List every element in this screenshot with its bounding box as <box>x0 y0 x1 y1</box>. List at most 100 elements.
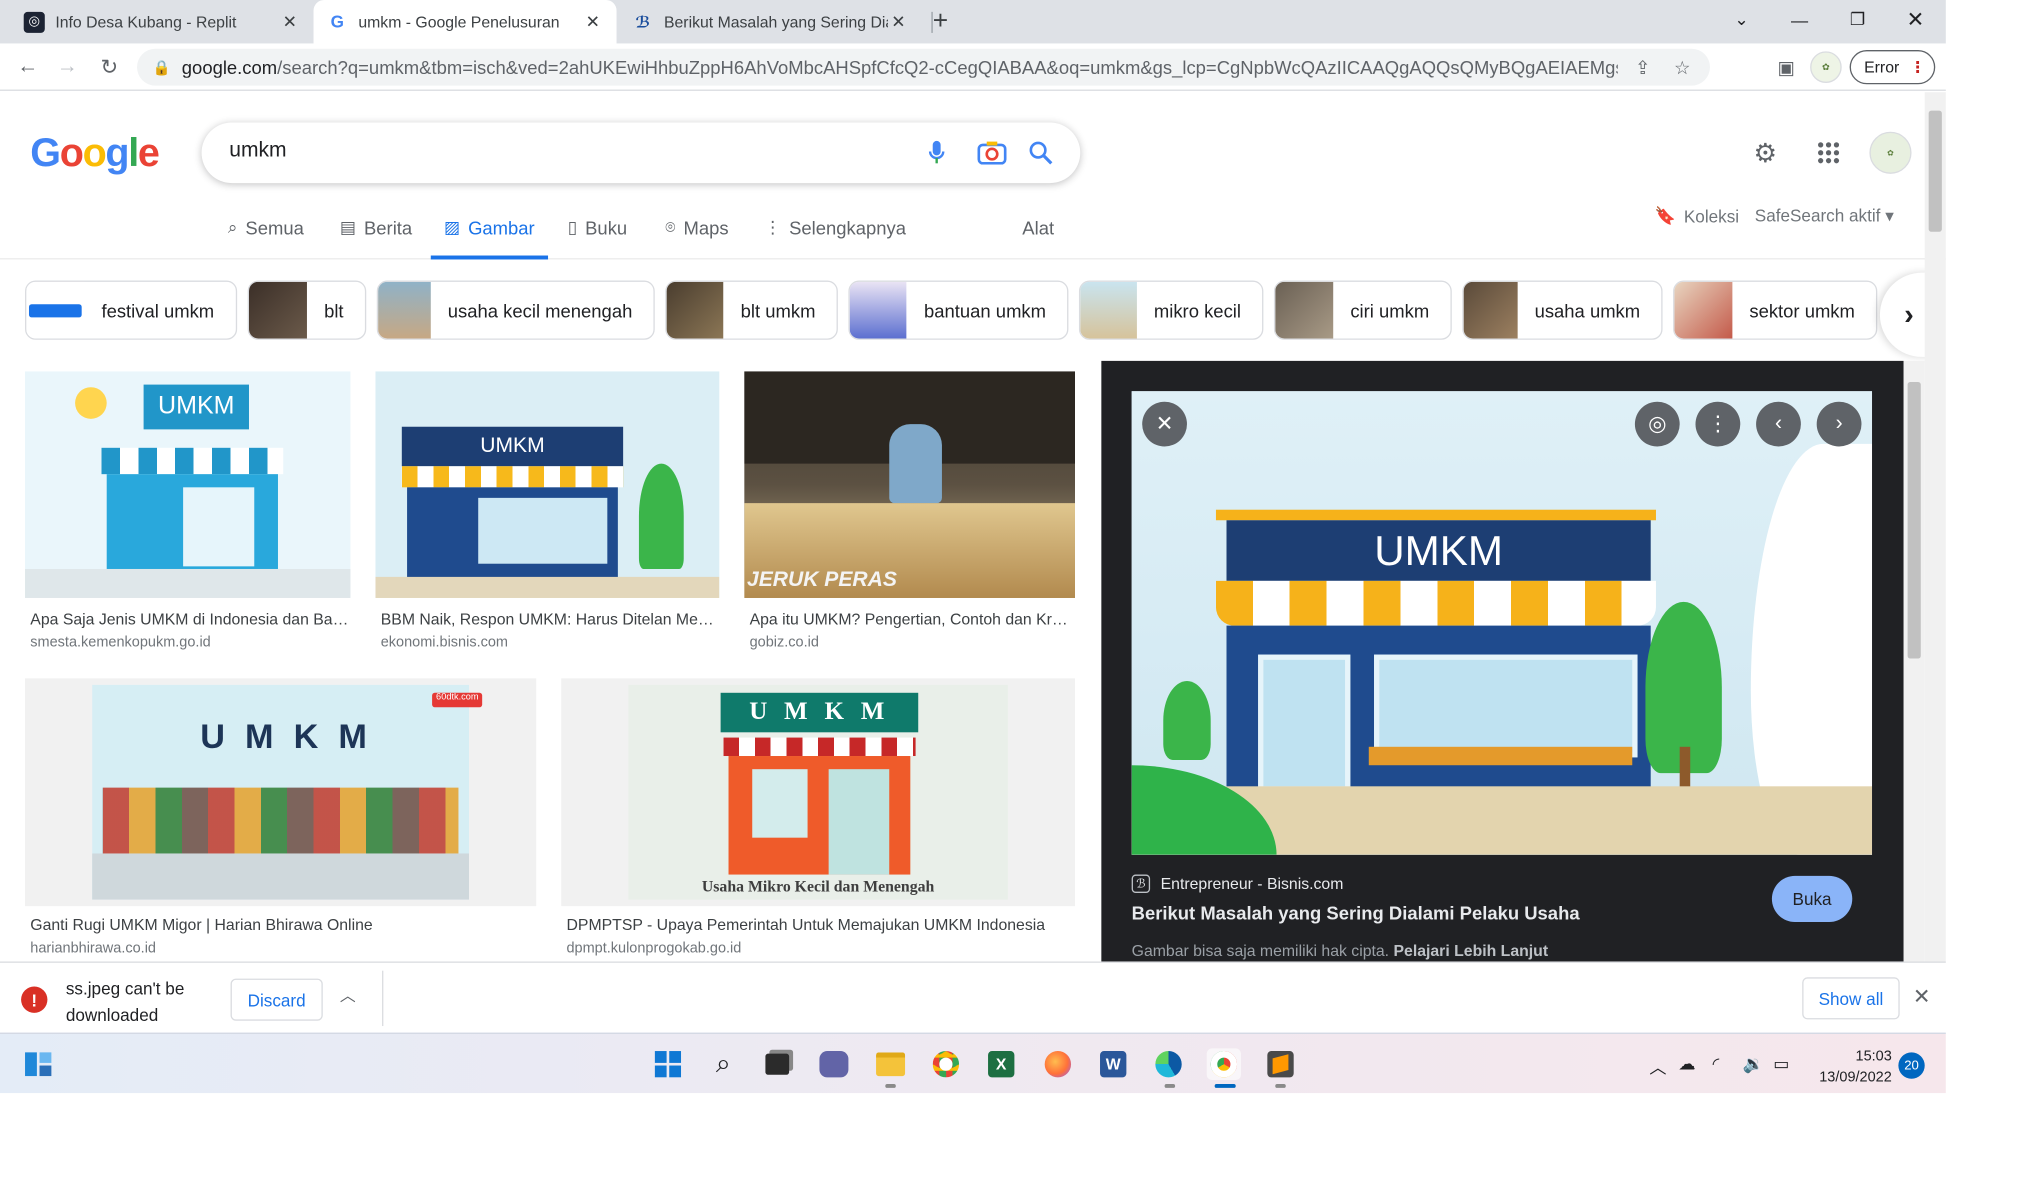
sublime-text-icon[interactable] <box>1263 1048 1297 1080</box>
panel-scrollbar[interactable] <box>1903 360 1925 962</box>
start-windows-icon[interactable] <box>651 1048 685 1080</box>
chip-sektor-umkm[interactable]: sektor umkm <box>1673 280 1878 340</box>
search-input[interactable]: umkm <box>229 140 286 164</box>
close-icon[interactable]: ✕ <box>582 11 603 32</box>
more-options-button[interactable]: ⋮ <box>1695 401 1741 447</box>
tab-semua[interactable]: ⌕ Semua <box>228 217 304 259</box>
previous-image-button[interactable]: ‹ <box>1756 401 1801 447</box>
tab-google[interactable]: G umkm - Google Penelusuran ✕ <box>313 0 617 44</box>
next-image-button[interactable]: › <box>1816 401 1862 447</box>
search-icon[interactable]: ⌕ <box>706 1048 740 1080</box>
firefox-icon[interactable] <box>1041 1048 1075 1080</box>
new-tab-button[interactable]: + <box>933 0 965 43</box>
chip-usaha-umkm[interactable]: usaha umkm <box>1462 280 1663 340</box>
tab-maps[interactable]: ⌾ Maps <box>665 217 728 259</box>
wifi-icon[interactable]: ◜ <box>1713 1054 1720 1075</box>
result-image[interactable]: 60dtk.com U M K M <box>25 678 537 907</box>
chip-blt[interactable]: blt <box>247 280 367 340</box>
minimize-button[interactable]: — <box>1771 0 1829 40</box>
lens-search-button[interactable]: ◎ <box>1634 401 1680 447</box>
side-panel-button[interactable]: ▣ <box>1772 53 1801 82</box>
preview-title[interactable]: Berikut Masalah yang Sering Dialami Pela… <box>1132 902 1580 923</box>
result-caption[interactable]: Ganti Rugi UMKM Migor | Harian Bhirawa O… <box>30 915 531 933</box>
scrollbar-thumb[interactable] <box>1928 110 1942 232</box>
safesearch-toggle[interactable]: SafeSearch aktif ▾ <box>1755 205 1894 226</box>
chevron-up-icon[interactable]: ︿ <box>1649 1054 1666 1079</box>
edge-icon[interactable] <box>1151 1048 1185 1080</box>
learn-more-link[interactable]: Pelajari Lebih Lanjut <box>1393 942 1548 960</box>
share-icon[interactable]: ⇪ <box>1628 53 1657 82</box>
chevron-up-icon[interactable]: ︿ <box>340 984 356 1006</box>
task-view-icon[interactable] <box>760 1048 794 1080</box>
google-logo[interactable]: Google <box>30 132 160 177</box>
search-box[interactable]: umkm <box>201 122 1081 184</box>
tab-replit[interactable]: ◎ Info Desa Kubang - Replit ✕ <box>11 0 314 43</box>
tools-button[interactable]: Alat <box>1022 217 1054 259</box>
result-image[interactable]: U M K M Usaha Mikro Kecil dan Menengah <box>561 678 1075 907</box>
widgets-icon[interactable] <box>21 1048 55 1080</box>
tab-gambar[interactable]: ▨ Gambar <box>430 217 548 260</box>
close-icon[interactable]: ✕ <box>888 11 909 32</box>
chip-bantuan-umkm[interactable]: bantuan umkm <box>848 280 1069 340</box>
tab-bisnis[interactable]: ℬ Berikut Masalah yang Sering Dial ✕ <box>619 0 922 43</box>
camera-lens-icon[interactable] <box>976 137 1008 169</box>
forward-button[interactable]: → <box>53 53 82 82</box>
profile-avatar[interactable]: ✿ <box>1810 51 1842 83</box>
chip-festival-umkm[interactable]: festival umkm <box>25 280 238 340</box>
result-image[interactable]: UMKM <box>25 371 351 598</box>
search-icon[interactable] <box>1025 137 1057 169</box>
close-preview-button[interactable]: ✕ <box>1142 401 1187 447</box>
result-caption[interactable]: Apa Saja Jenis UMKM di Indonesia dan Bag… <box>30 610 349 628</box>
mic-icon[interactable] <box>921 137 953 169</box>
preview-site[interactable]: ℬ Entrepreneur - Bisnis.com <box>1131 874 1343 893</box>
result-image[interactable]: JERUK PERAS <box>744 371 1075 598</box>
tab-buku[interactable]: ▯ Buku <box>568 217 627 259</box>
settings-gear-icon[interactable]: ⚙ <box>1748 136 1782 170</box>
notification-badge[interactable]: 20 <box>1898 1052 1925 1079</box>
battery-icon[interactable]: ▭ <box>1773 1054 1789 1075</box>
collections-link[interactable]: 🔖 Koleksi <box>1655 205 1739 226</box>
file-explorer-icon[interactable] <box>873 1048 907 1080</box>
maximize-button[interactable]: ❐ <box>1829 0 1887 40</box>
open-button[interactable]: Buka <box>1771 875 1853 922</box>
error-menu-button[interactable]: Error ⋮ <box>1849 50 1936 85</box>
result-caption[interactable]: DPMPTSP - Upaya Pemerintah Untuk Memajuk… <box>566 915 1072 933</box>
chip-ciri-umkm[interactable]: ciri umkm <box>1273 280 1452 340</box>
back-button[interactable]: ← <box>13 53 42 82</box>
result-image[interactable]: UMKM <box>375 371 720 598</box>
discard-button[interactable]: Discard <box>230 978 323 1021</box>
show-all-button[interactable]: Show all <box>1802 977 1900 1020</box>
word-icon[interactable]: W <box>1096 1048 1130 1080</box>
image-result[interactable]: UMKM BBM Naik, Respon UMKM: Harus Ditela… <box>375 371 720 654</box>
chrome-icon[interactable] <box>929 1048 963 1080</box>
result-caption[interactable]: Apa itu UMKM? Pengertian, Contoh dan Kri… <box>750 610 1071 628</box>
address-bar[interactable]: 🔒 google.com/search?q=umkm&tbm=isch&ved=… <box>137 48 1710 86</box>
image-result[interactable]: U M K M Usaha Mikro Kecil dan Menengah D… <box>561 678 1075 961</box>
tab-search-button[interactable]: ⌄ <box>1713 0 1771 40</box>
close-icon[interactable]: ✕ <box>1913 984 1931 1010</box>
onedrive-cloud-icon[interactable]: ☁ <box>1678 1054 1695 1075</box>
excel-icon[interactable]: X <box>984 1048 1018 1080</box>
reload-button[interactable]: ↻ <box>95 53 124 82</box>
chip-blt-umkm[interactable]: blt umkm <box>665 280 838 340</box>
image-result[interactable]: UMKM Apa Saja Jenis UMKM di Indonesia da… <box>25 371 351 654</box>
image-result[interactable]: 60dtk.com U M K M Ganti Rugi UMKM Migor … <box>25 678 537 961</box>
system-clock[interactable]: 15:03 13/09/2022 <box>1805 1046 1892 1088</box>
close-window-button[interactable]: ✕ <box>1887 0 1945 40</box>
chip-mikro-kecil[interactable]: mikro kecil <box>1078 280 1264 340</box>
image-result[interactable]: JERUK PERAS Apa itu UMKM? Pengertian, Co… <box>744 371 1075 654</box>
volume-icon[interactable]: 🔉 <box>1743 1054 1764 1075</box>
tab-berita[interactable]: ▤ Berita <box>340 217 412 259</box>
page-scrollbar[interactable] <box>1924 92 1946 962</box>
close-icon[interactable]: ✕ <box>279 11 300 32</box>
result-caption[interactable]: BBM Naik, Respon UMKM: Harus Ditelan Mes… <box>381 610 716 628</box>
chip-usaha-kecil-menengah[interactable]: usaha kecil menengah <box>376 280 655 340</box>
account-avatar[interactable]: ✿ <box>1869 131 1912 174</box>
scrollbar-thumb[interactable] <box>1907 381 1921 659</box>
preview-image[interactable]: UMKM <box>1131 391 1873 855</box>
tab-selengkapnya[interactable]: ⋮ Selengkapnya <box>764 217 906 259</box>
apps-grid-icon[interactable] <box>1811 136 1845 170</box>
chrome-active-icon[interactable] <box>1206 1048 1241 1081</box>
bookmark-star-icon[interactable]: ☆ <box>1668 53 1697 82</box>
chat-icon[interactable] <box>817 1048 851 1080</box>
